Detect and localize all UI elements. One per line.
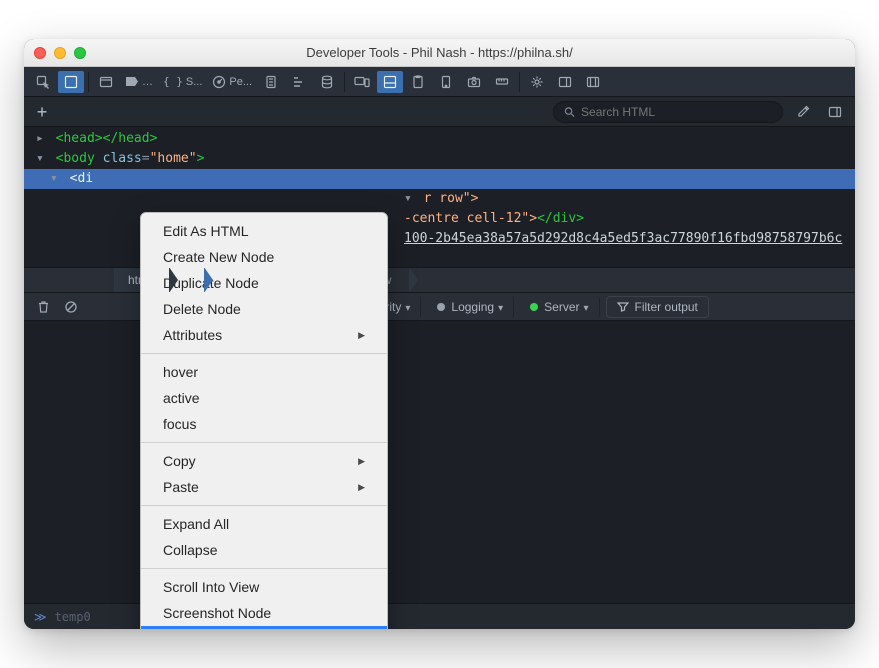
- ctx-active[interactable]: active: [141, 385, 387, 411]
- split-console-button[interactable]: [377, 71, 403, 93]
- prompt-history-hint: temp0: [55, 610, 91, 624]
- window-title: Developer Tools - Phil Nash - https://ph…: [24, 45, 855, 60]
- filter-logging[interactable]: Logging: [427, 296, 514, 318]
- main-toolbar: … { } S... Pe...: [24, 67, 855, 97]
- dom-node-selected[interactable]: <di: [24, 169, 855, 189]
- search-icon: [564, 106, 575, 118]
- console-panel-button[interactable]: [93, 71, 119, 93]
- eyedropper-button[interactable]: [791, 101, 815, 123]
- filter-output[interactable]: Filter output: [606, 296, 709, 318]
- ctx-delete-node[interactable]: Delete Node: [141, 296, 387, 322]
- funnel-icon: [617, 302, 629, 312]
- style-editor-button[interactable]: { } S...: [159, 71, 206, 93]
- devtools-window: Developer Tools - Phil Nash - https://ph…: [24, 39, 855, 629]
- close-window-button[interactable]: [34, 47, 46, 59]
- ctx-paste[interactable]: Paste: [141, 474, 387, 500]
- ctx-copy[interactable]: Copy: [141, 448, 387, 474]
- window-controls: [34, 47, 86, 59]
- dom-node-head[interactable]: <head></head>: [24, 129, 855, 149]
- prompt-chevron-icon: ≫: [34, 610, 47, 624]
- dock-side-button[interactable]: [552, 71, 578, 93]
- rulers-button[interactable]: [489, 71, 515, 93]
- ctx-hover[interactable]: hover: [141, 359, 387, 385]
- search-html-input[interactable]: [581, 105, 772, 119]
- dom-hash-link[interactable]: 100-2b45ea38a57a5d292d8c4a5ed5f3ac77890f…: [404, 231, 842, 246]
- ctx-create-new-node[interactable]: Create New Node: [141, 244, 387, 270]
- memory-button[interactable]: [258, 71, 284, 93]
- inspector-button[interactable]: [58, 71, 84, 93]
- search-html-field[interactable]: [553, 101, 783, 123]
- disable-popup-button[interactable]: [60, 300, 82, 314]
- ctx-edit-as-html[interactable]: Edit As HTML: [141, 218, 387, 244]
- ctx-expand-all[interactable]: Expand All: [141, 511, 387, 537]
- ctx-attributes[interactable]: Attributes: [141, 322, 387, 348]
- pick-element-button[interactable]: [30, 71, 56, 93]
- accessibility-button[interactable]: [405, 71, 431, 93]
- minimize-window-button[interactable]: [54, 47, 66, 59]
- add-node-button[interactable]: +: [32, 103, 52, 121]
- responsive-design-button[interactable]: [349, 71, 375, 93]
- debugger-panel-button[interactable]: …: [121, 71, 157, 93]
- clear-console-button[interactable]: [32, 300, 54, 314]
- storage-button[interactable]: [314, 71, 340, 93]
- zoom-window-button[interactable]: [74, 47, 86, 59]
- markup-toolbar: +: [24, 97, 855, 127]
- performance-button[interactable]: Pe...: [208, 71, 256, 93]
- ctx-focus[interactable]: focus: [141, 411, 387, 437]
- settings-button[interactable]: [524, 71, 550, 93]
- screenshot-button[interactable]: [461, 71, 487, 93]
- dom-node-header[interactable]: r row">: [24, 189, 855, 209]
- ctx-scroll-into-view[interactable]: Scroll Into View: [141, 574, 387, 600]
- dock-separate-button[interactable]: [580, 71, 606, 93]
- ctx-duplicate-node[interactable]: Duplicate Node: [141, 270, 387, 296]
- network-button[interactable]: [286, 71, 312, 93]
- dom-panel-button[interactable]: [433, 71, 459, 93]
- ctx-collapse[interactable]: Collapse: [141, 537, 387, 563]
- titlebar: Developer Tools - Phil Nash - https://ph…: [24, 39, 855, 67]
- dom-node-body[interactable]: <body class="home">: [24, 149, 855, 169]
- sidebar-toggle-button[interactable]: [823, 101, 847, 123]
- filter-server[interactable]: Server: [520, 296, 599, 318]
- ctx-use-in-console[interactable]: Use in Console: [141, 626, 387, 629]
- ctx-screenshot-node[interactable]: Screenshot Node: [141, 600, 387, 626]
